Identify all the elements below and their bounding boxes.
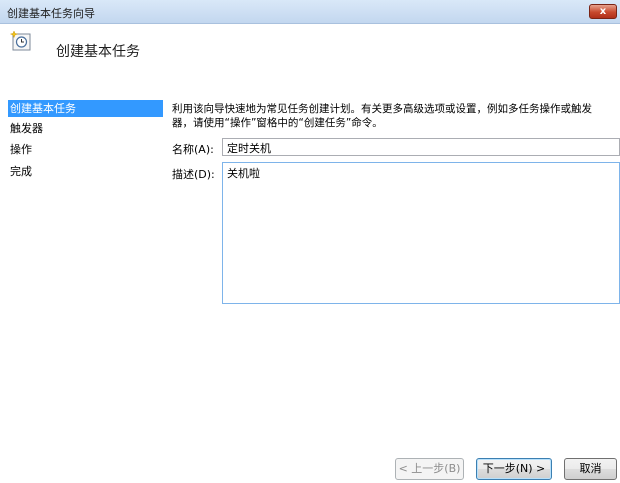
back-button[interactable]: < 上一步(B) xyxy=(395,458,464,480)
next-button[interactable]: 下一步(N) > xyxy=(476,458,552,480)
title-bar: 创建基本任务向导 x xyxy=(0,0,620,24)
cancel-button[interactable]: 取消 xyxy=(564,458,617,480)
wizard-header: 创建基本任务 xyxy=(0,24,620,90)
close-button[interactable]: x xyxy=(589,4,617,19)
sidebar-item-action[interactable]: 操作 xyxy=(8,141,163,158)
window-title: 创建基本任务向导 xyxy=(7,7,95,20)
name-label: 名称(A): xyxy=(172,143,214,156)
instruction-text: 利用该向导快速地为常见任务创建计划。有关更多高级选项或设置，例如多任务操作或触发… xyxy=(172,103,592,129)
page-title: 创建基本任务 xyxy=(56,44,140,60)
wizard-steps-sidebar: 创建基本任务 触发器 操作 完成 xyxy=(0,98,163,483)
sidebar-item-finish[interactable]: 完成 xyxy=(8,163,163,180)
description-label: 描述(D): xyxy=(172,168,215,181)
name-field[interactable]: 定时关机 xyxy=(222,138,620,156)
wizard-content: 利用该向导快速地为常见任务创建计划。有关更多高级选项或设置，例如多任务操作或触发… xyxy=(172,98,620,483)
task-clock-icon xyxy=(10,30,31,51)
wizard-window: 创建基本任务向导 x 创建基本任务 创建基本任务 触发器 操作 完成 利用该向导… xyxy=(0,0,620,483)
sidebar-item-create-basic-task[interactable]: 创建基本任务 xyxy=(8,100,163,117)
close-icon: x xyxy=(599,6,607,17)
sidebar-item-trigger[interactable]: 触发器 xyxy=(8,120,163,137)
description-field[interactable]: 关机啦 xyxy=(222,162,620,304)
